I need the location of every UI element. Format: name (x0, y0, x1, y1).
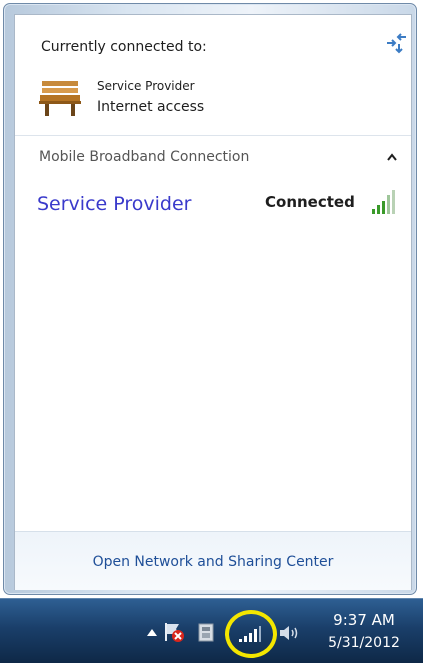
current-provider-name: Service Provider (97, 79, 195, 93)
collapse-chevron-icon[interactable] (387, 153, 397, 161)
action-center-flag-icon[interactable] (162, 621, 186, 643)
network-flyout-frame: Currently connected to: Service Provider… (3, 3, 417, 595)
refresh-arrows-icon[interactable] (384, 31, 410, 55)
connected-to-label: Currently connected to: (41, 39, 207, 55)
network-flyout-panel: Currently connected to: Service Provider… (14, 14, 412, 590)
clock-time[interactable]: 9:37 AM (314, 611, 414, 629)
connection-status: Connected (265, 193, 355, 211)
current-connection-header: Currently connected to: Service Provider… (15, 15, 411, 133)
taskbar: 9:37 AM 5/31/2012 (0, 598, 423, 663)
device-icon[interactable] (197, 621, 217, 643)
connection-name-link[interactable]: Service Provider (37, 193, 192, 215)
open-network-sharing-center-link[interactable]: Open Network and Sharing Center (15, 554, 411, 570)
clock-date[interactable]: 5/31/2012 (314, 635, 414, 651)
current-access-type: Internet access (97, 99, 205, 115)
show-hidden-icons-arrow[interactable] (147, 629, 157, 636)
flyout-footer: Open Network and Sharing Center (15, 531, 411, 590)
section-title-mobile-broadband: Mobile Broadband Connection (39, 149, 250, 165)
bench-network-icon (39, 81, 81, 116)
highlight-circle (225, 610, 277, 658)
divider (15, 135, 411, 136)
speaker-icon[interactable] (278, 623, 300, 643)
signal-strength-icon (372, 190, 395, 214)
